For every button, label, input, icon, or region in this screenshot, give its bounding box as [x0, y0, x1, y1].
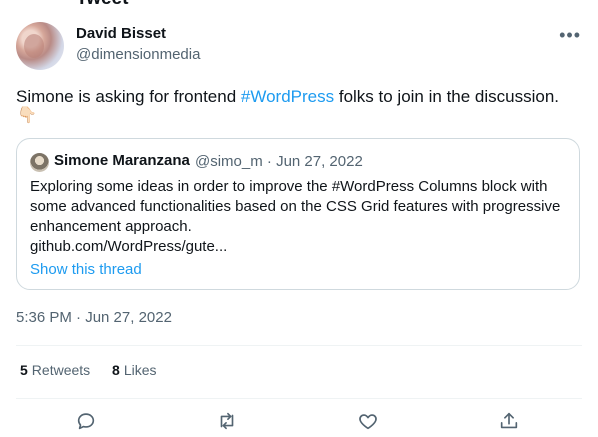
action-bar	[16, 408, 582, 436]
likes-stat[interactable]: 8 Likes	[112, 362, 156, 378]
hashtag-link[interactable]: #WordPress	[241, 87, 334, 106]
quote-tweet-card[interactable]: Simone Maranzana @simo_m · Jun 27, 2022 …	[16, 138, 580, 290]
retweets-count: 5	[20, 362, 28, 378]
author-handle[interactable]: @dimensionmedia	[76, 46, 200, 63]
quote-author-name: Simone Maranzana	[54, 152, 190, 169]
more-icon[interactable]: •••	[559, 25, 581, 46]
reply-icon[interactable]	[75, 410, 99, 434]
like-icon[interactable]	[357, 410, 381, 434]
likes-label: Likes	[123, 362, 157, 378]
show-thread-link[interactable]: Show this thread	[30, 261, 142, 278]
divider	[16, 345, 582, 346]
engagement-stats: 5 Retweets 8 Likes	[20, 362, 175, 378]
likes-count: 8	[112, 362, 120, 378]
pointing-down-emoji: 👇🏻	[17, 107, 37, 124]
tweet-timestamp[interactable]: 5:36 PM · Jun 27, 2022	[16, 309, 172, 326]
share-icon[interactable]	[498, 410, 522, 434]
retweets-stat[interactable]: 5 Retweets	[20, 362, 90, 378]
quote-meta: @simo_m · Jun 27, 2022	[195, 153, 363, 170]
retweets-label: Retweets	[31, 362, 91, 378]
tweet-text: Simone is asking for frontend #WordPress…	[16, 86, 586, 107]
tweet-text-after: folks to join in the discussion.	[334, 87, 560, 106]
quote-text: Exploring some ideas in order to improve…	[30, 178, 561, 235]
author-name[interactable]: David Bisset	[76, 25, 166, 42]
tweet-text-before: Simone is asking for frontend	[16, 87, 241, 106]
avatar[interactable]	[16, 22, 64, 70]
page-title: Tweet	[76, 0, 128, 10]
quote-avatar	[30, 153, 49, 172]
retweet-icon[interactable]	[216, 410, 240, 434]
quote-link[interactable]: github.com/WordPress/gute...	[30, 237, 227, 257]
divider	[16, 398, 582, 399]
